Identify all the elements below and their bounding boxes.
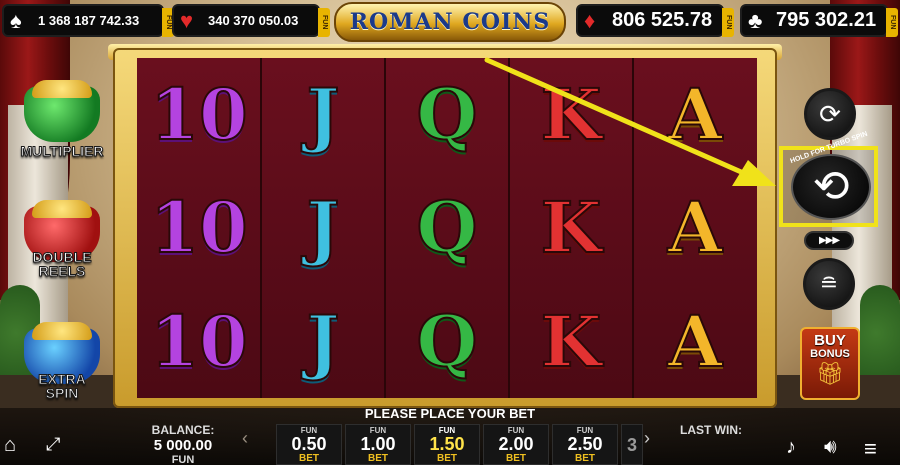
balance-currency: FUN <box>171 454 195 465</box>
bet-label: BET <box>299 453 319 464</box>
spin-button[interactable]: ⟲ <box>791 154 871 220</box>
jackpot-hearts: ♥ 340 370 050.03 FUN <box>172 4 330 37</box>
turbo-button[interactable]: ▶▶▶ <box>804 231 854 250</box>
gold-coins-icon <box>32 80 92 98</box>
reel-symbol: 10 <box>149 299 248 384</box>
autoplay-button[interactable]: ⟳ <box>804 88 856 140</box>
reel-symbol: Q <box>416 299 479 384</box>
jackpot-value: 340 370 050.03 <box>208 13 299 28</box>
bet-label: BET <box>575 453 595 464</box>
jackpot-value: 1 368 187 742.33 <box>38 13 140 28</box>
currency-tag: FUN <box>318 8 330 37</box>
game-logo: ROMAN COINS <box>334 2 566 42</box>
reel-symbol: K <box>540 72 603 157</box>
bet-label: BET <box>437 453 457 464</box>
bet-amount: 2.50 <box>567 434 603 454</box>
sound-icon: 🔊︎ <box>824 436 837 458</box>
multiplier-feature[interactable]: MULTIPLIER <box>12 80 112 159</box>
gold-coins-icon <box>32 322 92 340</box>
reel-symbol: 10 <box>149 72 248 157</box>
feature-label: MULTIPLIER <box>20 143 104 159</box>
home-icon: ⌂ <box>4 434 17 456</box>
buy-bonus-button[interactable]: BUY BONUS 🎁︎ <box>800 327 860 400</box>
jackpot-spades: ♠ 1 368 187 742.33 FUN <box>2 4 174 37</box>
reel-symbol: Q <box>416 185 479 270</box>
chevron-right-icon: › <box>644 428 650 448</box>
bet-prompt: PLEASE PLACE YOUR BET <box>364 406 536 421</box>
club-icon: ♣ <box>748 8 763 33</box>
gold-coins-icon <box>32 200 92 218</box>
reel-symbol: J <box>305 185 340 270</box>
reel-divider <box>384 58 386 398</box>
reel-symbol: K <box>540 185 603 270</box>
feature-label: EXTRA SPIN <box>38 371 86 401</box>
reel-divider <box>508 58 510 398</box>
bet-option[interactable]: FUN 2.00 BET <box>483 424 549 465</box>
bet-prev-button[interactable]: ‹ <box>242 428 248 449</box>
bet-option[interactable]: FUN 0.50 BET <box>276 424 342 465</box>
reel-symbol: 10 <box>149 185 248 270</box>
coin-stack-icon: ≘ <box>819 271 839 296</box>
last-win-label: LAST WIN: <box>680 423 742 437</box>
reel-symbol: A <box>667 299 723 384</box>
home-button[interactable]: ⌂ <box>4 434 30 460</box>
heart-icon: ♥ <box>180 8 194 33</box>
bet-amount: 1.00 <box>360 434 396 454</box>
spin-highlight: ⟲ HOLD FOR TURBO SPIN <box>779 131 878 227</box>
reel-symbol: J <box>305 72 340 157</box>
reel-divider <box>260 58 262 398</box>
bet-option-selected[interactable]: FUN 1.50 BET <box>414 424 480 465</box>
currency-tag: FUN <box>886 8 898 37</box>
currency-tag: FUN <box>722 8 734 37</box>
music-icon: ♪ <box>786 436 796 458</box>
bet-amount: 3 <box>626 434 637 455</box>
sound-button[interactable]: 🔊︎ <box>824 436 837 459</box>
diamond-icon: ♦ <box>584 8 596 33</box>
fullscreen-button[interactable]: ⤢ <box>46 434 72 460</box>
bet-amount: 2.00 <box>498 434 534 454</box>
extra-spin-feature[interactable]: EXTRA SPIN <box>12 322 112 401</box>
reel-symbol: J <box>305 299 340 384</box>
bet-next-button[interactable]: › <box>644 428 650 449</box>
bonus-label: BONUS <box>810 348 850 360</box>
menu-button[interactable]: ≡ <box>864 436 877 462</box>
bet-coins-button[interactable]: ≘ <box>803 258 855 310</box>
bet-amount: 0.50 <box>291 434 327 454</box>
balance-label: BALANCE: <box>151 423 215 437</box>
buy-label: BUY <box>814 332 846 349</box>
chevron-left-icon: ‹ <box>242 428 248 448</box>
gift-icon: 🎁︎ <box>816 361 844 386</box>
replay-icon: ⟳ <box>819 98 841 129</box>
music-button[interactable]: ♪ <box>786 436 796 459</box>
bet-option[interactable]: FUN 2.50 BET <box>552 424 618 465</box>
jackpot-value: 795 302.21 <box>776 9 877 31</box>
spade-icon: ♠ <box>10 8 22 33</box>
bet-option[interactable]: FUN 1.00 BET <box>345 424 411 465</box>
reel-symbol: A <box>667 72 723 157</box>
fast-forward-icon: ▶▶▶ <box>818 235 840 246</box>
bet-label: BET <box>368 453 388 464</box>
jackpot-diamonds: ♦ 806 525.78 FUN <box>576 4 734 37</box>
feature-label: DOUBLE REELS <box>32 249 92 279</box>
bet-amount: 1.50 <box>429 434 465 454</box>
reel-symbol: Q <box>416 72 479 157</box>
logo-text: ROMAN COINS <box>349 9 551 35</box>
spin-arrows-icon: ⟲ <box>812 162 850 211</box>
jackpot-value: 806 525.78 <box>612 9 713 31</box>
fullscreen-icon: ⤢ <box>46 434 61 454</box>
menu-icon: ≡ <box>864 436 877 461</box>
reel-symbol: K <box>540 299 603 384</box>
reel-divider <box>632 58 634 398</box>
bet-option-partial[interactable]: 3 <box>621 424 643 465</box>
top-bar: ♠ 1 368 187 742.33 FUN ♥ 340 370 050.03 … <box>0 0 900 42</box>
balance-display: BALANCE: 5 000.00 FUN <box>138 423 228 465</box>
reel-symbol: A <box>667 185 723 270</box>
jackpot-clubs: ♣ 795 302.21 FUN <box>740 4 898 37</box>
bet-label: BET <box>506 453 526 464</box>
reels-grid: 10 J Q K A 10 J Q K A 10 J Q K A <box>137 58 757 398</box>
balance-value: 5 000.00 <box>153 437 213 454</box>
double-reels-feature[interactable]: DOUBLE REELS <box>12 200 112 279</box>
bet-selector: FUN 0.50 BET FUN 1.00 BET FUN 1.50 BET F… <box>276 424 643 465</box>
